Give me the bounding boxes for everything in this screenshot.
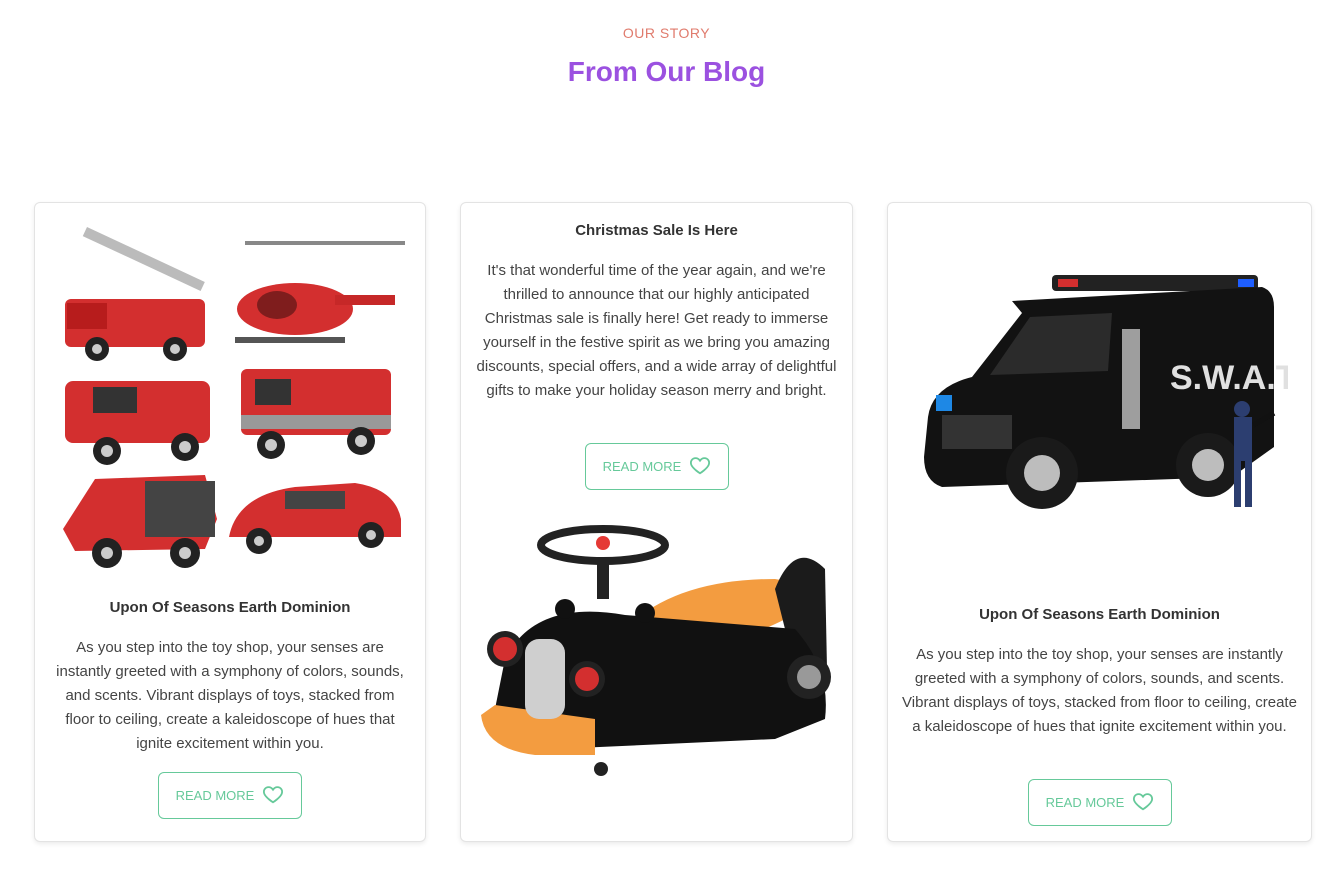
read-more-button[interactable]: READ MORE — [1028, 779, 1172, 826]
swat-truck-toy-image[interactable]: S.W.A.T. — [912, 267, 1288, 537]
post-title[interactable]: Christmas Sale Is Here — [461, 222, 852, 239]
section-eyebrow: OUR STORY — [622, 25, 711, 41]
post-excerpt: As you step into the toy shop, your sens… — [56, 639, 404, 752]
blog-card: S.W.A.T. Upon Of Seasons Earth Dominion … — [887, 202, 1312, 842]
blog-card: Christmas Sale Is Here It's that wonderf… — [460, 202, 853, 842]
post-excerpt: It's that wonderful time of the year aga… — [476, 262, 837, 399]
read-more-button[interactable]: READ MORE — [158, 772, 302, 819]
heart-icon — [262, 783, 284, 808]
section-heading: From Our Blog — [567, 56, 766, 87]
post-excerpt: As you step into the toy shop, your sens… — [902, 646, 1297, 735]
read-more-label: READ MORE — [175, 788, 255, 803]
read-more-button[interactable]: READ MORE — [585, 443, 729, 490]
ride-on-toy-car-image[interactable] — [475, 519, 841, 785]
post-title[interactable]: Upon Of Seasons Earth Dominion — [35, 599, 425, 616]
post-title[interactable]: Upon Of Seasons Earth Dominion — [888, 606, 1311, 623]
toy-fire-vehicles-set-image[interactable] — [55, 219, 407, 581]
read-more-label: READ MORE — [1045, 795, 1125, 810]
read-more-label: READ MORE — [602, 459, 682, 474]
heart-icon — [689, 454, 711, 479]
blog-card: Upon Of Seasons Earth Dominion As you st… — [34, 202, 426, 842]
swat-label: S.W.A.T. — [1170, 359, 1288, 397]
heart-icon — [1132, 790, 1154, 815]
